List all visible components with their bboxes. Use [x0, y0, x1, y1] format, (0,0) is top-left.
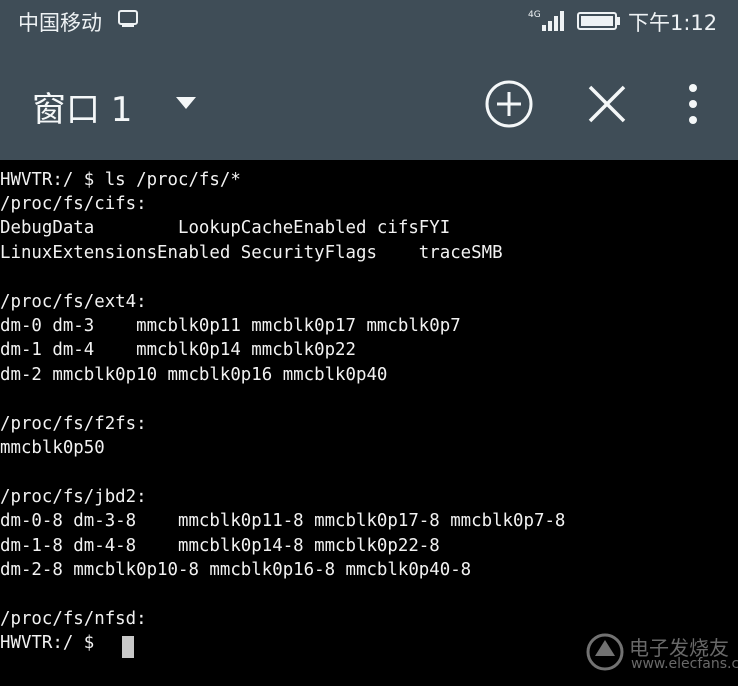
- status-clock: 下午1:12: [628, 11, 718, 35]
- watermark-logo: 电子发烧友 www.elecfans.com: [585, 630, 738, 680]
- terminal-line: dm-1 dm-4 mmcblk0p14 mmcblk0p22: [0, 340, 356, 361]
- terminal-line: /proc/fs/f2fs:: [0, 413, 147, 434]
- terminal-cursor: [122, 636, 134, 658]
- terminal-line: dm-0-8 dm-3-8 mmcblk0p11-8 mmcblk0p17-8 …: [0, 511, 566, 532]
- terminal-line: /proc/fs/cifs:: [0, 193, 147, 214]
- watermark-emblem-icon: [586, 633, 624, 671]
- network-type-label: 4G: [528, 10, 541, 20]
- terminal-line: mmcblk0p50: [0, 437, 105, 458]
- terminal-line: /proc/fs/jbd2:: [0, 486, 147, 507]
- terminal-line: dm-2-8 mmcblk0p10-8 mmcblk0p16-8 mmcblk0…: [0, 559, 472, 580]
- terminal-line: dm-2 mmcblk0p10 mmcblk0p16 mmcblk0p40: [0, 364, 388, 385]
- terminal-line: DebugData LookupCacheEnabled cifsFYI: [0, 218, 451, 239]
- terminal-line: /proc/fs/nfsd:: [0, 608, 147, 629]
- terminal-toolbar: 窗口 1: [0, 42, 738, 160]
- dropdown-triangle-icon[interactable]: [175, 96, 197, 110]
- notification-icon: [118, 10, 138, 27]
- signal-icon: 4G: [528, 10, 564, 31]
- terminal-line: LinuxExtensionsEnabled SecurityFlags tra…: [0, 242, 503, 263]
- app-header: 中国移动 4G 下午1:12 窗口 1: [0, 0, 738, 160]
- battery-icon: [577, 12, 620, 30]
- terminal-line: dm-1-8 dm-4-8 mmcblk0p14-8 mmcblk0p22-8: [0, 535, 440, 556]
- terminal-line: HWVTR:/ $: [0, 633, 95, 654]
- watermark-url: www.elecfans.com: [631, 656, 738, 672]
- add-window-button[interactable]: [484, 79, 534, 129]
- terminal-line: HWVTR:/ $ ls /proc/fs/*: [0, 169, 241, 190]
- terminal-output[interactable]: HWVTR:/ $ ls /proc/fs/* /proc/fs/cifs: Deb…: [0, 160, 738, 686]
- close-window-button[interactable]: [584, 81, 630, 127]
- carrier-name: 中国移动: [18, 11, 102, 35]
- overflow-menu-icon[interactable]: [680, 78, 706, 130]
- terminal-line: dm-0 dm-3 mmcblk0p11 mmcblk0p17 mmcblk0p…: [0, 315, 461, 336]
- status-bar: 中国移动 4G 下午1:12: [0, 0, 738, 42]
- terminal-line: /proc/fs/ext4:: [0, 291, 147, 312]
- window-title[interactable]: 窗口 1: [32, 82, 132, 131]
